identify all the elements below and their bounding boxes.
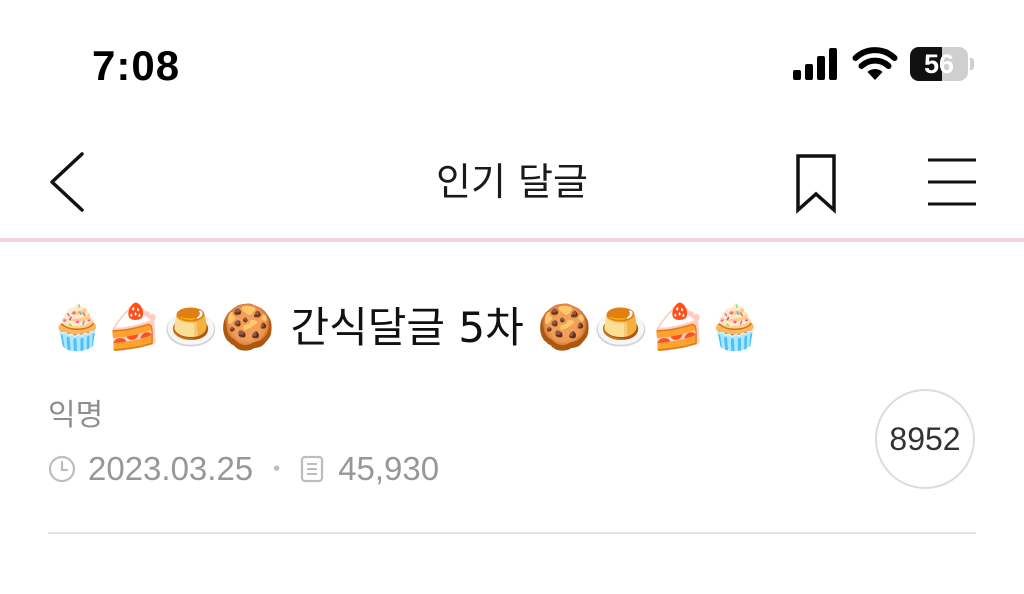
comment-count-badge[interactable]: 8952 [875,389,975,489]
nav-bar: 인기 달글 [0,130,1024,238]
signal-icon [793,48,837,80]
post-date: 2023.03.25 [88,450,254,487]
title-emoji-right: 🍪🍮🍰🧁 [537,302,765,353]
status-bar: 7:08 56 [0,0,1024,130]
content-divider [48,532,976,534]
bookmark-icon[interactable] [790,150,842,214]
post-views: 45,930 [338,450,440,487]
back-chevron-icon[interactable] [44,150,92,214]
post-author: 익명 [48,398,104,433]
battery-level: 56 [923,49,955,79]
title-text: 간식달글 5차 [290,303,524,352]
page-title: 인기 달글 [436,160,588,204]
meta-separator-dot: • [273,457,281,480]
nav-divider [0,238,1024,242]
wifi-icon [852,47,898,80]
status-time: 7:08 [92,42,181,89]
document-icon [301,455,324,483]
battery-icon: 56 [910,47,974,81]
hamburger-menu-icon[interactable] [924,154,980,210]
title-emoji-left: 🧁🍰🍮🍪 [50,302,278,353]
clock-icon [48,455,76,483]
post-title: 🧁🍰🍮🍪 간식달글 5차 🍪🍮🍰🧁 [50,290,950,366]
post-meta: 2023.03.25 • 45,930 [48,448,439,490]
